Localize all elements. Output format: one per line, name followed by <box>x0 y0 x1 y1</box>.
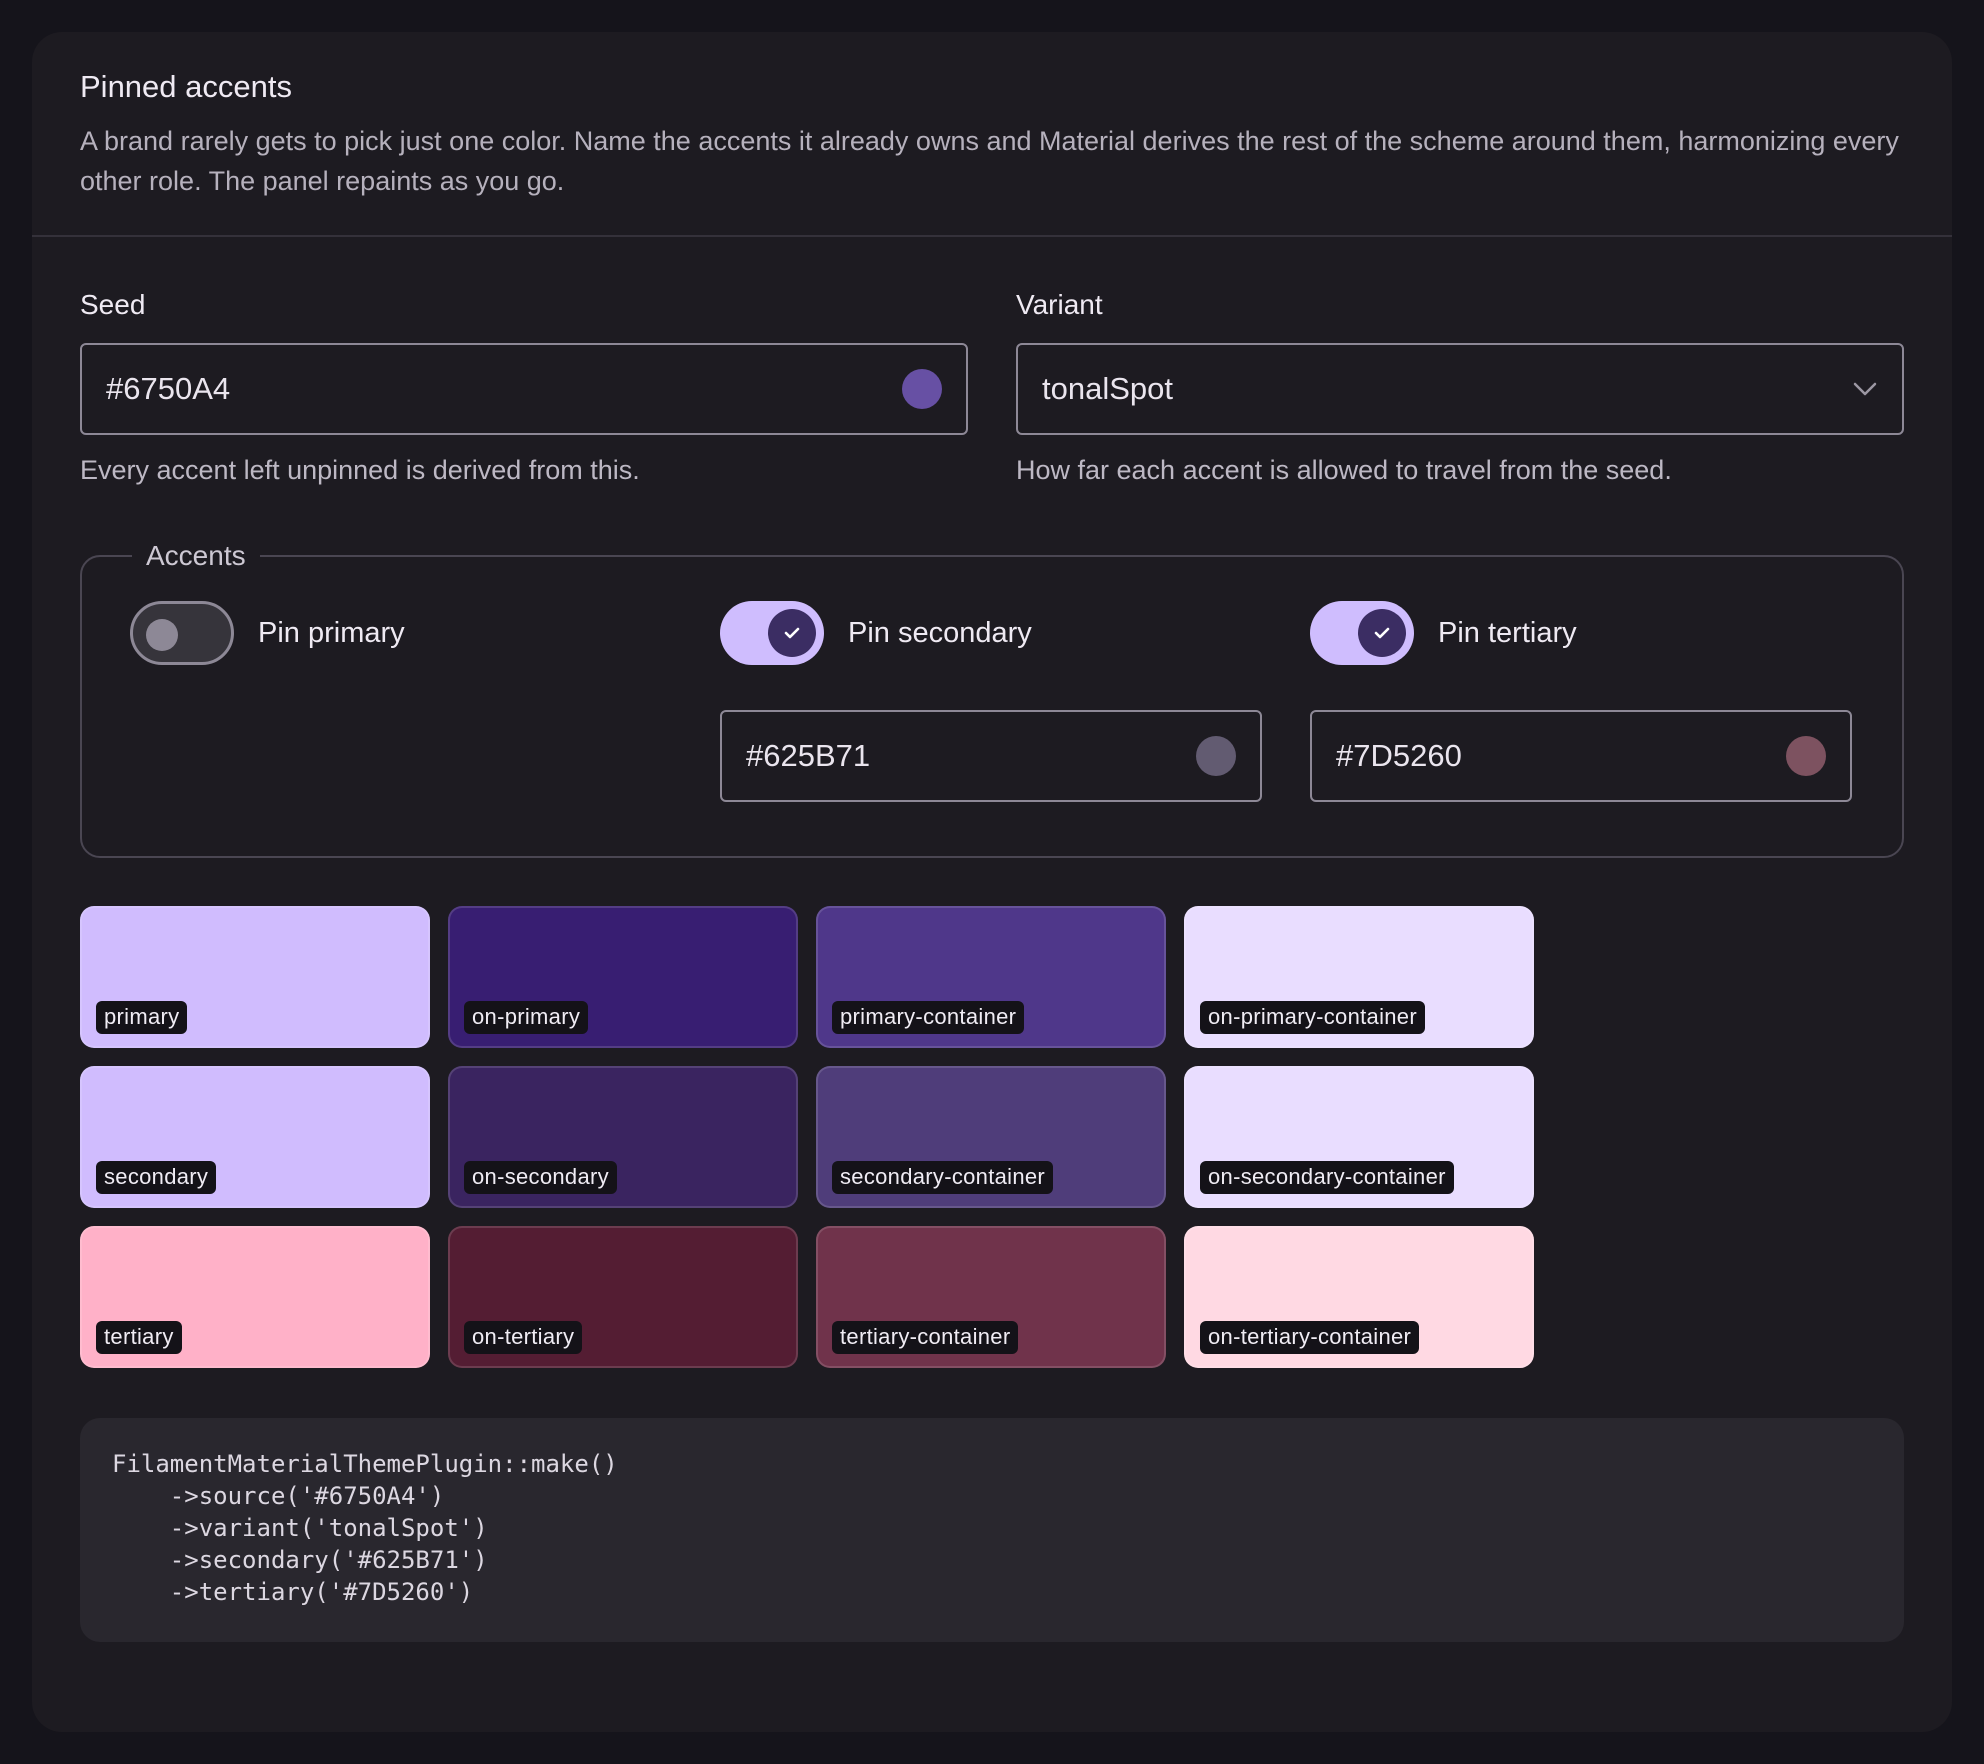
card-body: Seed #6750A4 Every accent left unpinned … <box>32 237 1952 1643</box>
pin-secondary-switch[interactable] <box>720 601 824 666</box>
swatch-label: tertiary <box>96 1321 182 1355</box>
swatch-secondary: secondary <box>80 1066 430 1209</box>
swatch-tertiary-container: tertiary-container <box>816 1226 1166 1369</box>
secondary-color-input[interactable]: #625B71 <box>720 710 1262 803</box>
swatch-on-secondary-container: on-secondary-container <box>1184 1066 1534 1209</box>
swatch-label: secondary-container <box>832 1161 1054 1195</box>
swatch-primary-container: primary-container <box>816 906 1166 1049</box>
swatch-label: tertiary-container <box>832 1321 1019 1355</box>
switch-knob <box>146 619 178 652</box>
swatch-label: on-secondary <box>464 1161 617 1195</box>
page-description: A brand rarely gets to pick just one col… <box>80 126 1899 197</box>
pin-primary-switch[interactable] <box>130 601 234 666</box>
variant-select[interactable]: tonalSpot <box>1016 343 1904 436</box>
check-icon <box>1358 609 1406 658</box>
accent-primary: Pin primary <box>130 600 672 802</box>
toggle-row-secondary: Pin secondary <box>720 600 1262 666</box>
seed-label: Seed <box>80 289 146 321</box>
swatch-label: primary <box>96 1001 188 1035</box>
pinned-accents-card: Pinned accents A brand rarely gets to pi… <box>32 32 1952 1732</box>
code-line: ->variant('tonalSpot') <box>112 1514 488 1543</box>
accent-tertiary: Pin tertiary #7D5260 <box>1310 600 1852 803</box>
pin-tertiary-label: Pin tertiary <box>1438 616 1577 649</box>
pin-secondary-label: Pin secondary <box>848 616 1032 649</box>
swatch-label: secondary <box>96 1161 217 1195</box>
seed-input[interactable]: #6750A4 <box>80 343 968 436</box>
tertiary-color-input[interactable]: #7D5260 <box>1310 710 1852 803</box>
swatch-on-tertiary-container: on-tertiary-container <box>1184 1226 1534 1369</box>
seed-color-swatch[interactable] <box>902 369 942 410</box>
swatch-label: primary-container <box>832 1001 1025 1035</box>
swatch-on-primary: on-primary <box>448 906 798 1049</box>
variant-field: Variant tonalSpot How far each accent is… <box>1016 289 1904 486</box>
swatch-grid: primary on-primary primary-container on-pri… <box>80 906 1904 1369</box>
secondary-color-swatch[interactable] <box>1196 736 1236 777</box>
seed-field: Seed #6750A4 Every accent left unpinned … <box>80 289 968 486</box>
code-line: FilamentMaterialThemePlugin::make() <box>112 1450 618 1479</box>
swatch-label: on-secondary-container <box>1200 1161 1454 1195</box>
accents-fieldset: Accents Pin primary Pin secondary #625B7… <box>80 540 1904 859</box>
accents-row: Pin primary Pin secondary #625B71 Pin te… <box>130 600 1854 803</box>
swatch-secondary-container: secondary-container <box>816 1066 1166 1209</box>
swatch-label: on-primary-container <box>1200 1001 1425 1035</box>
code-snippet: FilamentMaterialThemePlugin::make() ->so… <box>80 1418 1904 1643</box>
seed-help: Every accent left unpinned is derived fr… <box>80 455 640 486</box>
swatch-primary: primary <box>80 906 430 1049</box>
secondary-value: #625B71 <box>746 738 871 774</box>
swatch-on-secondary: on-secondary <box>448 1066 798 1209</box>
tertiary-value: #7D5260 <box>1336 738 1462 774</box>
tertiary-color-swatch[interactable] <box>1786 736 1826 777</box>
swatch-label: on-tertiary-container <box>1200 1321 1420 1355</box>
toggle-row-tertiary: Pin tertiary <box>1310 600 1852 666</box>
variant-value: tonalSpot <box>1042 371 1173 407</box>
swatch-on-primary-container: on-primary-container <box>1184 906 1534 1049</box>
code-line: ->source('#6750A4') <box>112 1482 445 1511</box>
pin-primary-label: Pin primary <box>258 616 405 649</box>
seed-value: #6750A4 <box>106 371 231 407</box>
chevron-down-icon <box>1852 381 1878 397</box>
toggle-row-primary: Pin primary <box>130 600 672 666</box>
variant-label: Variant <box>1016 289 1103 321</box>
swatch-tertiary: tertiary <box>80 1226 430 1369</box>
pin-tertiary-switch[interactable] <box>1310 601 1414 666</box>
accents-legend: Accents <box>146 540 246 572</box>
page-title: Pinned accents <box>80 69 292 104</box>
seed-variant-fields: Seed #6750A4 Every accent left unpinned … <box>80 289 1904 486</box>
check-icon <box>768 609 816 658</box>
swatch-label: on-primary <box>464 1001 589 1035</box>
code-line: ->secondary('#625B71') <box>112 1546 488 1575</box>
code-line: ->tertiary('#7D5260') <box>112 1578 474 1607</box>
card-header: Pinned accents A brand rarely gets to pi… <box>32 32 1952 238</box>
swatch-on-tertiary: on-tertiary <box>448 1226 798 1369</box>
variant-help: How far each accent is allowed to travel… <box>1016 455 1672 486</box>
swatch-label: on-tertiary <box>464 1321 583 1355</box>
accent-secondary: Pin secondary #625B71 <box>720 600 1262 803</box>
